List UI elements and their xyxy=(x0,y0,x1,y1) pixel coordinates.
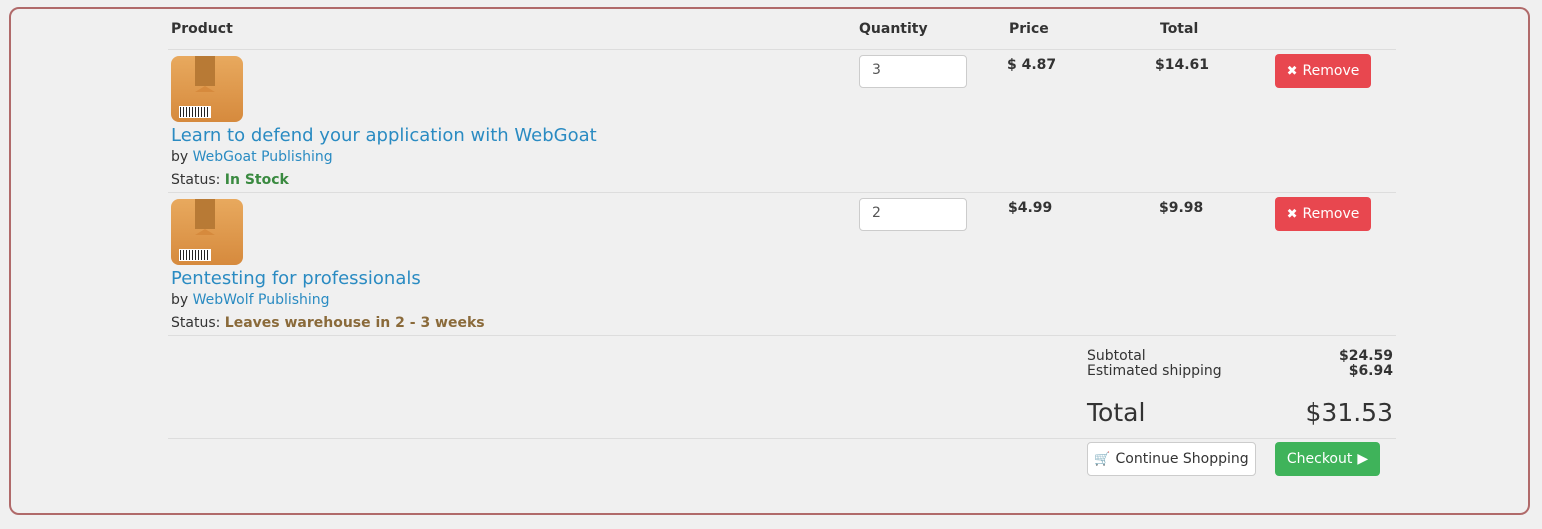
total-label: Total xyxy=(1087,398,1146,427)
remove-label: Remove xyxy=(1302,206,1360,222)
play-icon: ▶ xyxy=(1357,451,1369,467)
product-byline: by WebGoat Publishing xyxy=(171,149,333,165)
subtotal-label: Subtotal xyxy=(1087,348,1146,364)
item-total: $14.61 xyxy=(1155,57,1210,73)
package-icon xyxy=(171,199,243,265)
product-status: Status: In Stock xyxy=(171,172,289,188)
package-icon xyxy=(171,56,243,122)
header-quantity: Quantity xyxy=(859,21,928,37)
order-summary: Subtotal $24.59 Estimated shipping $6.94… xyxy=(168,336,1396,439)
cart-table: Product Quantity Price Total Learn to de… xyxy=(168,9,1396,479)
product-title-link[interactable]: Learn to defend your application with We… xyxy=(171,125,597,146)
total-value: $31.53 xyxy=(1305,398,1393,427)
product-title-link[interactable]: Pentesting for professionals xyxy=(171,268,421,289)
shipping-label: Estimated shipping xyxy=(1087,363,1222,379)
table-header: Product Quantity Price Total xyxy=(168,9,1396,50)
cart-actions: 🛒 Continue Shopping Checkout ▶ xyxy=(168,439,1396,479)
publisher-link[interactable]: WebGoat Publishing xyxy=(193,149,333,165)
remove-button[interactable]: ✖ Remove xyxy=(1275,54,1371,88)
status-value: Leaves warehouse in 2 - 3 weeks xyxy=(224,315,485,331)
continue-shopping-button[interactable]: 🛒 Continue Shopping xyxy=(1087,442,1256,476)
status-label: Status: xyxy=(171,172,221,188)
status-label: Status: xyxy=(171,315,221,331)
by-label: by xyxy=(171,149,189,165)
x-icon: ✖ xyxy=(1286,206,1298,222)
header-product: Product xyxy=(171,21,233,37)
item-price: $4.99 xyxy=(1008,200,1053,216)
cart-panel: Product Quantity Price Total Learn to de… xyxy=(9,7,1530,515)
quantity-input[interactable]: 3 xyxy=(859,55,967,88)
by-label: by xyxy=(171,292,189,308)
cart-icon: 🛒 xyxy=(1094,451,1111,467)
product-byline: by WebWolf Publishing xyxy=(171,292,330,308)
status-value: In Stock xyxy=(224,172,289,188)
publisher-link[interactable]: WebWolf Publishing xyxy=(193,292,330,308)
checkout-label: Checkout xyxy=(1286,451,1353,467)
item-total: $9.98 xyxy=(1159,200,1204,216)
subtotal-value: $24.59 xyxy=(1338,348,1393,364)
continue-label: Continue Shopping xyxy=(1115,451,1249,467)
shipping-value: $6.94 xyxy=(1348,363,1393,379)
x-icon: ✖ xyxy=(1286,63,1298,79)
product-status: Status: Leaves warehouse in 2 - 3 weeks xyxy=(171,315,485,331)
quantity-input[interactable]: 2 xyxy=(859,198,967,231)
remove-button[interactable]: ✖ Remove xyxy=(1275,197,1371,231)
header-total: Total xyxy=(1160,21,1199,37)
item-price: $ 4.87 xyxy=(1007,57,1057,73)
header-price: Price xyxy=(1009,21,1049,37)
checkout-button[interactable]: Checkout ▶ xyxy=(1275,442,1380,476)
remove-label: Remove xyxy=(1302,63,1360,79)
table-row: Learn to defend your application with We… xyxy=(168,50,1396,193)
table-row: Pentesting for professionals by WebWolf … xyxy=(168,193,1396,336)
